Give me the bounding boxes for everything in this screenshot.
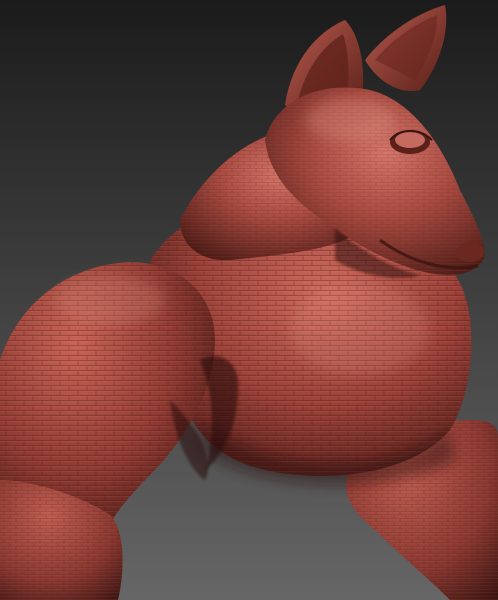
render-canvas[interactable] [0, 0, 498, 600]
sculpt-viewport[interactable] [0, 0, 498, 600]
nose [456, 242, 484, 262]
